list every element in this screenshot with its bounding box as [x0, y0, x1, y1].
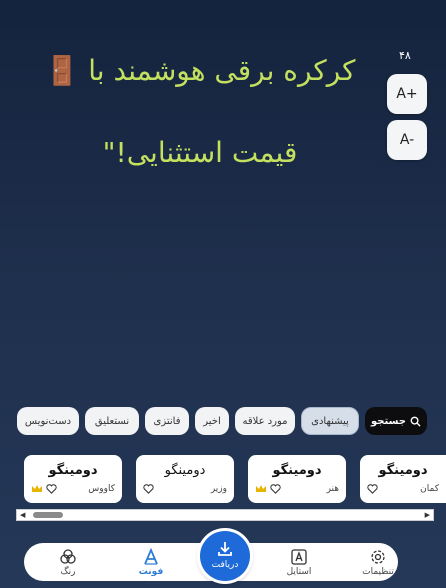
font-icon	[144, 548, 158, 565]
download-label: دریافت	[211, 560, 239, 570]
font-list: دومینگو کاووس دومینگو وزیر دومینگو هنر د…	[0, 455, 446, 505]
font-list-scrollbar[interactable]: ◀ ▶	[16, 509, 434, 521]
font-card-kavous[interactable]: دومینگو کاووس	[24, 455, 122, 503]
nav-color-label: رنگ	[60, 567, 76, 577]
font-card-kaman[interactable]: دومینگو کمان	[360, 455, 446, 503]
nav-style[interactable]: استایل	[269, 546, 329, 580]
download-button[interactable]: دریافت	[200, 531, 250, 581]
preview-text: کرکره برقی هوشمند با 🚪 قیمت استثنایی!"	[20, 30, 380, 194]
door-emoji-icon: 🚪	[44, 54, 80, 87]
nav-color[interactable]: رنگ	[38, 546, 98, 580]
font-card-vazir[interactable]: دومینگو وزیر	[136, 455, 234, 503]
chip-suggested[interactable]: پیشنهادی	[301, 407, 359, 435]
crown-icon	[32, 485, 42, 492]
font-name: هنر	[326, 484, 339, 494]
font-sample: دومینگو	[272, 463, 322, 478]
style-icon	[291, 549, 307, 565]
nav-style-label: استایل	[286, 567, 312, 577]
scroll-right-icon[interactable]: ▶	[425, 511, 430, 519]
search-label: جستجو	[371, 415, 406, 427]
scroll-left-icon[interactable]: ◀	[20, 511, 25, 519]
font-sample: دومینگو	[378, 463, 428, 478]
scrollbar-thumb[interactable]	[33, 512, 63, 518]
heart-icon[interactable]	[270, 484, 281, 494]
chip-favorites[interactable]: مورد علاقه	[235, 407, 295, 435]
preview-line-2: قیمت استثنایی!"	[102, 136, 298, 169]
heart-icon[interactable]	[143, 484, 154, 494]
crown-icon	[256, 485, 266, 492]
chip-nastaliq[interactable]: نستعلیق	[85, 407, 139, 435]
nav-settings-label: تنظیمات	[362, 567, 394, 577]
category-chips: دست‌نویس نستعلیق فانتزی اخیر مورد علاقه …	[17, 407, 427, 435]
font-name: کاووس	[88, 484, 115, 494]
heart-icon[interactable]	[46, 484, 57, 494]
gear-icon	[371, 550, 385, 564]
search-button[interactable]: جستجو	[365, 407, 427, 435]
nav-font[interactable]: فونت	[121, 546, 181, 580]
palette-icon	[60, 549, 76, 564]
preview-line-1: کرکره برقی هوشمند با	[88, 54, 356, 87]
download-icon	[218, 542, 232, 556]
font-sample: دومینگو	[164, 463, 206, 478]
chip-fantasy[interactable]: فانتزی	[145, 407, 189, 435]
font-size-value: ۴۸	[399, 49, 411, 62]
nav-settings[interactable]: تنظیمات	[348, 546, 408, 580]
increase-size-button[interactable]: A+	[387, 74, 427, 114]
heart-icon[interactable]	[367, 484, 378, 494]
search-icon	[410, 416, 421, 427]
nav-font-label: فونت	[138, 567, 164, 577]
font-name: وزیر	[210, 484, 227, 494]
chip-recent[interactable]: اخیر	[195, 407, 229, 435]
chip-handwriting[interactable]: دست‌نویس	[17, 407, 79, 435]
font-sample: دومینگو	[48, 463, 98, 478]
decrease-size-button[interactable]: A-	[387, 120, 427, 160]
font-card-honar[interactable]: دومینگو هنر	[248, 455, 346, 503]
font-name: کمان	[420, 484, 439, 494]
